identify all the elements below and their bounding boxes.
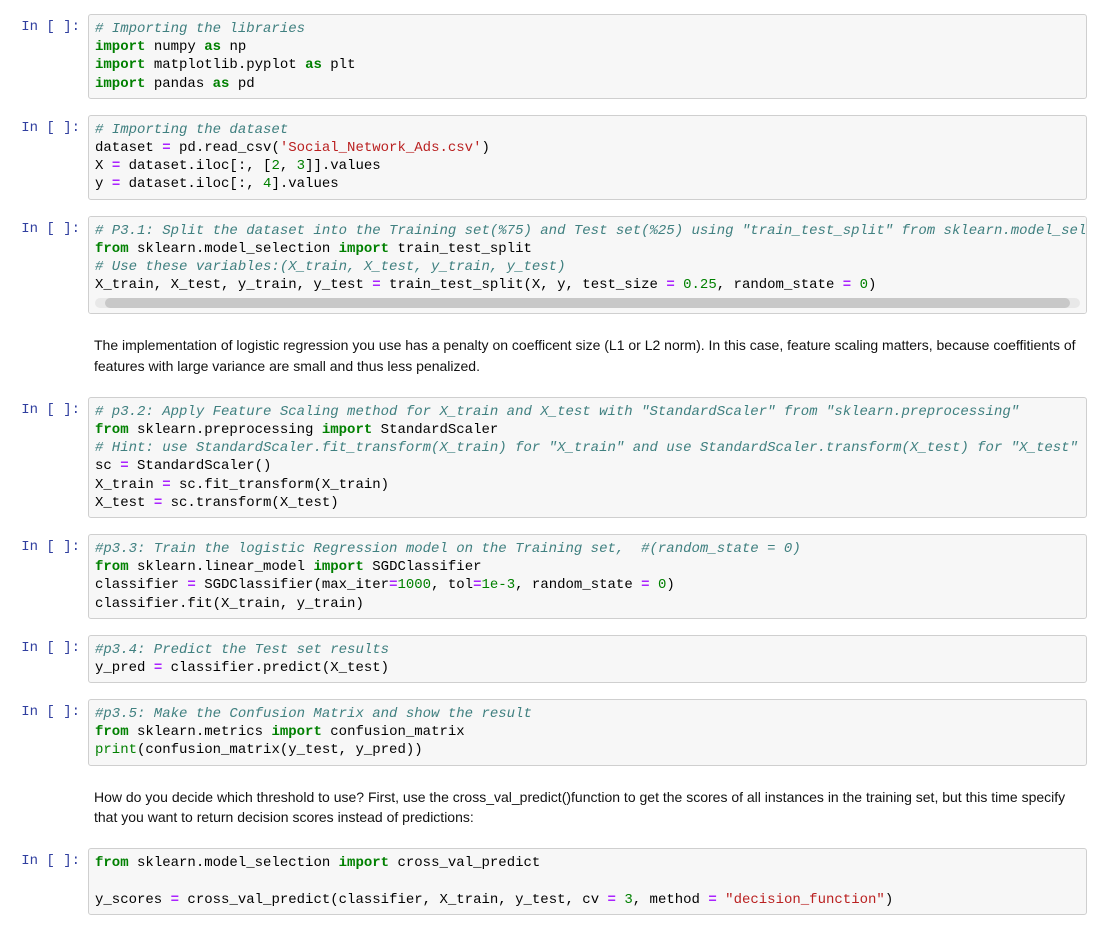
- code-cell: In [ ]:from sklearn.model_selection impo…: [0, 844, 1095, 919]
- code-cell: In [ ]:# Importing the dataset dataset =…: [0, 111, 1095, 204]
- code-input[interactable]: #p3.3: Train the logistic Regression mod…: [88, 534, 1087, 619]
- code-input[interactable]: #p3.5: Make the Confusion Matrix and sho…: [88, 699, 1087, 766]
- markdown-content: The implementation of logistic regressio…: [88, 330, 1087, 381]
- input-prompt: In [ ]:: [8, 848, 88, 915]
- input-prompt: In [ ]:: [8, 115, 88, 200]
- input-prompt: In [ ]:: [8, 397, 88, 518]
- code-input[interactable]: # Importing the libraries import numpy a…: [88, 14, 1087, 99]
- code-cell: In [ ]:# P3.1: Split the dataset into th…: [0, 212, 1095, 319]
- code-input[interactable]: from sklearn.model_selection import cros…: [88, 848, 1087, 915]
- code-input[interactable]: # P3.1: Split the dataset into the Train…: [88, 216, 1087, 315]
- input-prompt: In [ ]:: [8, 699, 88, 766]
- input-prompt: In [ ]:: [8, 14, 88, 99]
- code-cell: In [ ]:# p3.2: Apply Feature Scaling met…: [0, 393, 1095, 522]
- markdown-content: How do you decide which threshold to use…: [88, 782, 1087, 833]
- markdown-cell: How do you decide which threshold to use…: [0, 778, 1095, 837]
- horizontal-scrollbar[interactable]: [95, 298, 1080, 308]
- code-input[interactable]: #p3.4: Predict the Test set results y_pr…: [88, 635, 1087, 683]
- scrollbar-thumb[interactable]: [105, 298, 1070, 308]
- input-prompt: In [ ]:: [8, 216, 88, 315]
- code-cell: In [ ]:#p3.5: Make the Confusion Matrix …: [0, 695, 1095, 770]
- notebook: In [ ]:# Importing the libraries import …: [0, 10, 1095, 919]
- code-cell: In [ ]:#p3.3: Train the logistic Regress…: [0, 530, 1095, 623]
- input-prompt: In [ ]:: [8, 534, 88, 619]
- code-input[interactable]: # p3.2: Apply Feature Scaling method for…: [88, 397, 1087, 518]
- code-cell: In [ ]:# Importing the libraries import …: [0, 10, 1095, 103]
- input-prompt: In [ ]:: [8, 635, 88, 683]
- code-input[interactable]: # Importing the dataset dataset = pd.rea…: [88, 115, 1087, 200]
- markdown-cell: The implementation of logistic regressio…: [0, 326, 1095, 385]
- code-cell: In [ ]:#p3.4: Predict the Test set resul…: [0, 631, 1095, 687]
